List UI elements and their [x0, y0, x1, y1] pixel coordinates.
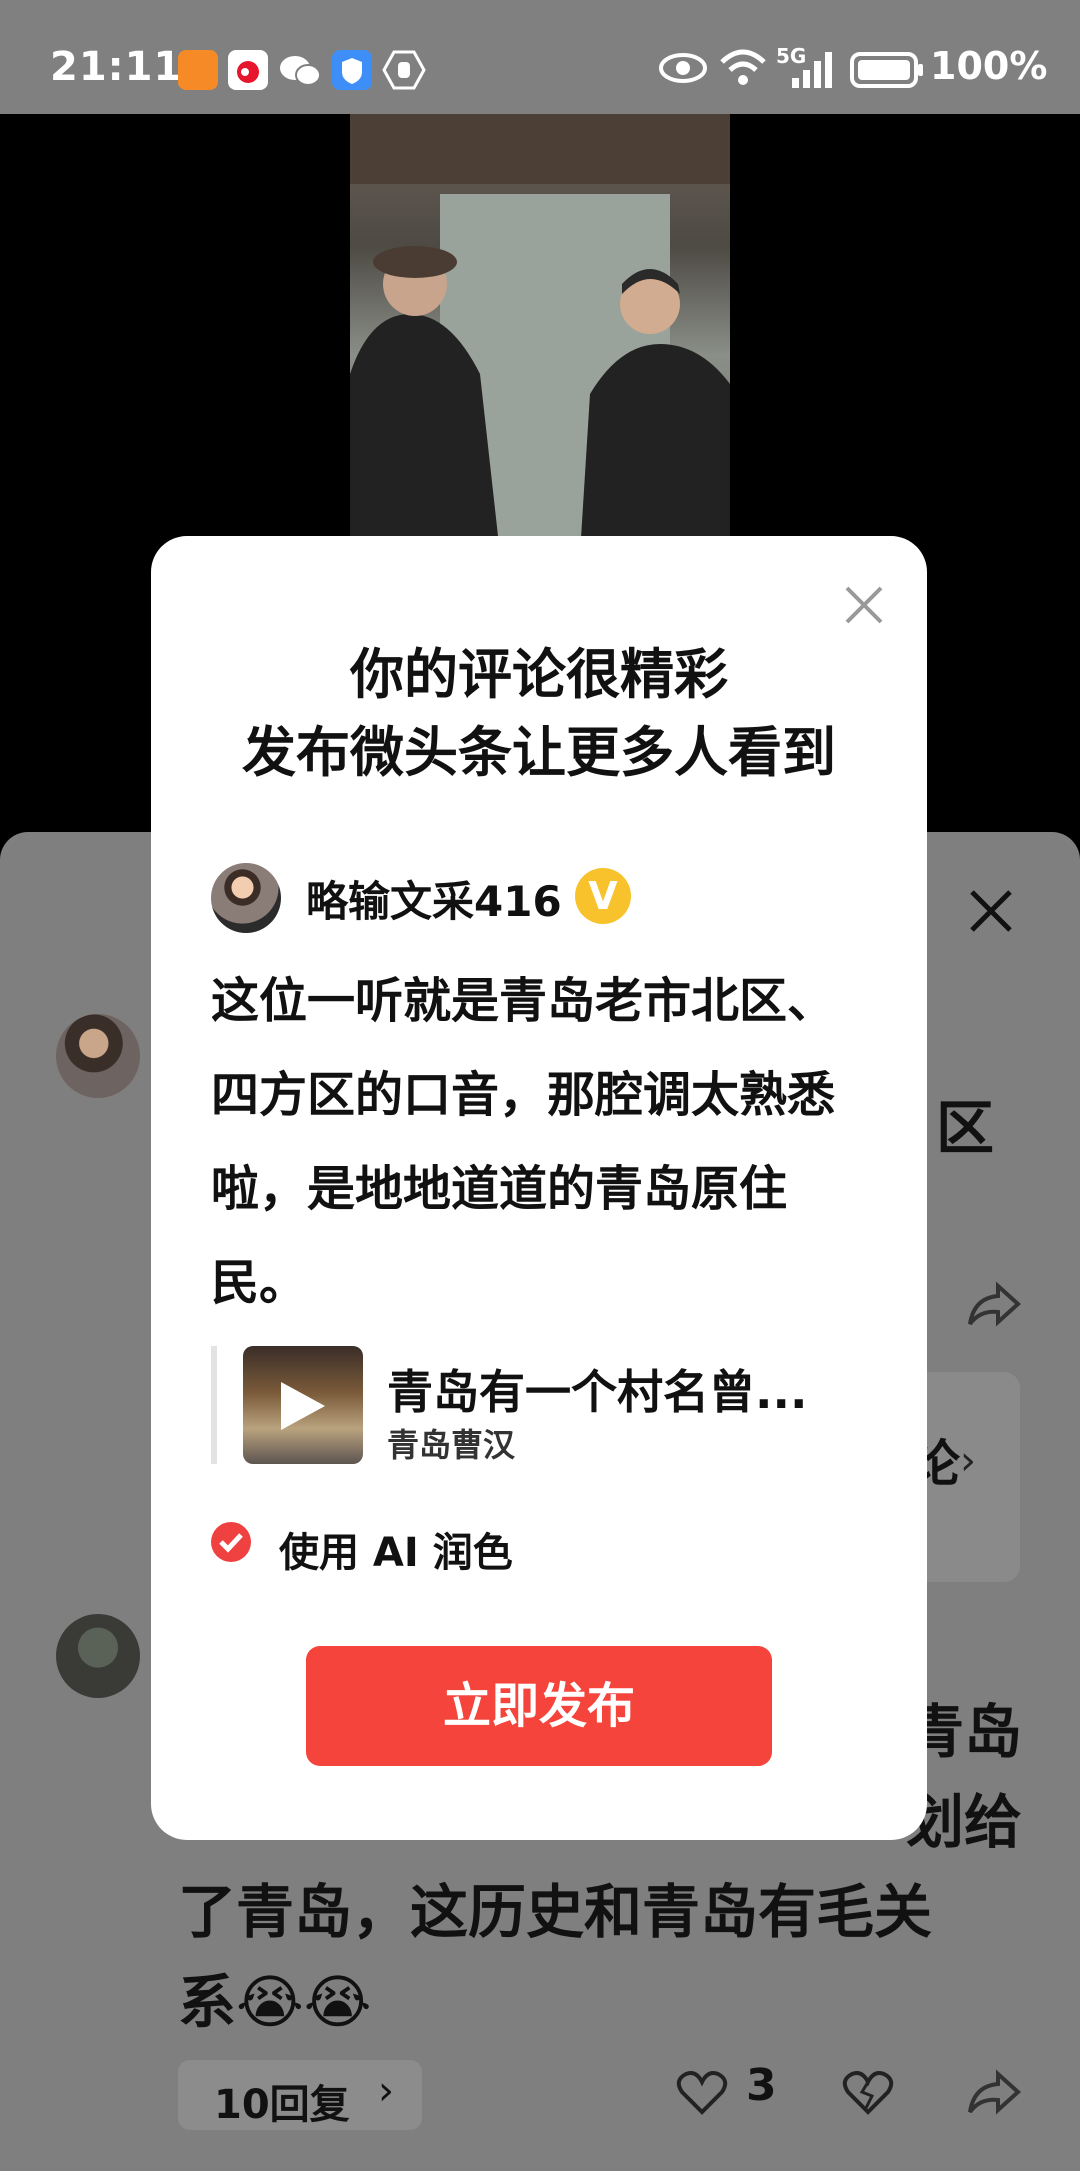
play-icon — [281, 1382, 325, 1430]
sina-icon — [228, 50, 268, 90]
quote-bar — [211, 1346, 217, 1464]
video-frame — [350, 114, 730, 554]
sheet-close-icon[interactable] — [966, 886, 1016, 940]
signal-icon — [790, 50, 834, 94]
hand-icon — [382, 48, 426, 96]
partial-comment-text: 区 — [936, 1094, 995, 1162]
wechat-icon — [278, 50, 322, 94]
verified-badge: V — [575, 868, 631, 924]
security-icon — [332, 50, 372, 90]
status-bar: 21:11 5G 100% — [0, 0, 1080, 114]
chevron-right-icon: › — [378, 2068, 394, 2114]
link-title[interactable]: 青岛有一个村名曾... — [387, 1356, 867, 1422]
username: 略输文采416 — [306, 877, 562, 926]
kuaishou-icon — [178, 50, 218, 90]
like-icon[interactable] — [676, 2068, 728, 2120]
publish-button[interactable]: 立即发布 — [306, 1646, 772, 1766]
replies-button[interactable]: 10回复 › — [178, 2060, 422, 2130]
avatar — [211, 863, 281, 933]
popup-title-line2: 发布微头条让更多人看到 — [242, 721, 836, 784]
chevron-right-icon: › — [960, 1438, 976, 1484]
popup-title-line1: 你的评论很精彩 — [350, 643, 728, 706]
link-thumbnail[interactable] — [243, 1346, 363, 1464]
dislike-icon[interactable] — [842, 2068, 894, 2120]
like-count: 3 — [746, 2060, 777, 2111]
battery-icon — [850, 50, 924, 94]
comment-text: 这位一听就是青岛老市北区、四方区的口音，那腔调太熟悉啦，是地地道道的青岛原住民。 — [211, 973, 836, 1311]
status-time: 21:11 — [50, 44, 183, 90]
publish-popup: 你的评论很精彩 发布微头条让更多人看到 略输文采416 V 这位一听就是青岛老市… — [151, 536, 927, 1840]
share-icon[interactable] — [966, 1280, 1022, 1334]
close-icon[interactable] — [841, 582, 887, 628]
comment2-line3: 了青岛，这历史和青岛有毛关 — [178, 1878, 933, 1946]
comment2-avatar[interactable] — [56, 1614, 140, 1698]
battery-percent: 100% — [930, 44, 1048, 88]
checkbox-checked-icon[interactable] — [211, 1522, 251, 1562]
link-subtitle: 青岛曹汉 — [387, 1426, 516, 1464]
wifi-icon — [718, 46, 768, 94]
ai-polish-label[interactable]: 使用 AI 润色 — [279, 1520, 513, 1578]
comment1-avatar[interactable] — [56, 1014, 140, 1098]
eye-icon — [658, 50, 708, 90]
comment2-line4: 系😭😭 — [178, 1968, 372, 2036]
replies-label: 10回复 — [214, 2082, 350, 2128]
share-icon[interactable] — [966, 2068, 1022, 2122]
